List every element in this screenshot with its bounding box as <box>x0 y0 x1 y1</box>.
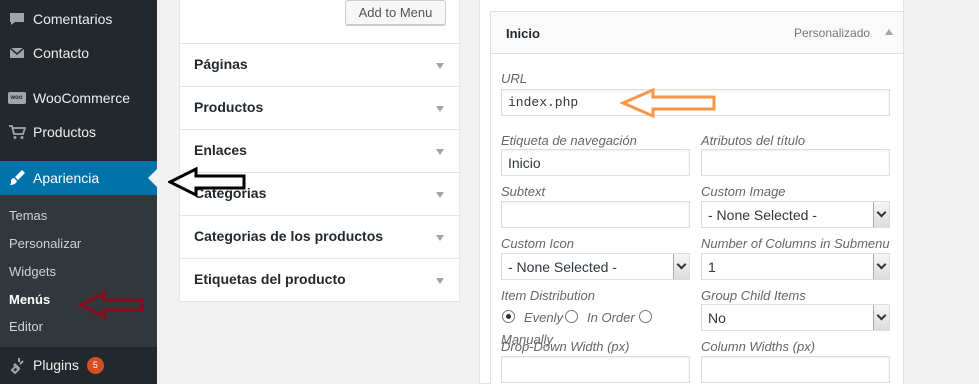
subtext-input[interactable] <box>501 201 690 228</box>
distribution-label: Item Distribution <box>501 288 595 303</box>
divider <box>180 86 459 87</box>
radio-in-order-label: In Order <box>587 310 635 325</box>
chevron-down-icon[interactable] <box>436 192 444 198</box>
custom-image-label: Custom Image <box>701 184 786 199</box>
menu-item-type: Personalizado <box>794 26 871 40</box>
menu-item-productos[interactable]: Productos <box>0 115 157 149</box>
plug-icon <box>0 356 33 374</box>
woocommerce-icon: woo <box>7 92 26 104</box>
section-enlaces[interactable]: Enlaces <box>194 142 247 158</box>
divider <box>180 43 459 44</box>
menu-item-plugins[interactable]: Plugins 5 <box>0 348 157 382</box>
chevron-down-icon[interactable] <box>873 305 889 330</box>
subtext-label: Subtext <box>501 184 546 199</box>
submenu-item-widgets[interactable]: Widgets <box>9 264 56 279</box>
divider <box>180 258 459 259</box>
custom-icon-select[interactable]: - None Selected - <box>501 253 690 280</box>
radio-manually[interactable] <box>639 310 652 323</box>
submenu-item-personalizar[interactable]: Personalizar <box>9 236 81 251</box>
chevron-down-icon[interactable] <box>873 202 889 227</box>
chevron-down-icon[interactable] <box>436 149 444 155</box>
chevron-down-icon[interactable] <box>436 106 444 112</box>
chevron-down-icon[interactable] <box>436 235 444 241</box>
columns-label: Number of Columns in Submenu <box>701 236 890 251</box>
chevron-up-icon[interactable] <box>885 29 893 35</box>
menu-label: Apariencia <box>33 170 100 186</box>
title-attr-label: Atributos del título <box>701 133 806 148</box>
divider <box>180 172 459 173</box>
chevron-down-icon[interactable] <box>436 278 444 284</box>
title-attr-input[interactable] <box>701 149 890 176</box>
divider <box>180 129 459 130</box>
dropdown-width-input[interactable] <box>501 356 690 383</box>
admin-sidebar: Comentarios Contacto woo WooCommerce Pro… <box>0 0 157 384</box>
nav-label-input[interactable]: Inicio <box>501 149 690 176</box>
menu-item-apariencia[interactable]: Apariencia <box>0 161 157 195</box>
section-productos[interactable]: Productos <box>194 99 263 115</box>
url-input[interactable]: index.php <box>501 89 890 116</box>
menu-label: Productos <box>33 124 97 140</box>
section-paginas[interactable]: Páginas <box>194 56 248 72</box>
submenu-item-editor[interactable]: Editor <box>9 319 43 334</box>
custom-icon-label: Custom Icon <box>501 236 574 251</box>
submenu-item-temas[interactable]: Temas <box>9 208 47 223</box>
appearance-submenu: Temas Personalizar Widgets Menús Editor <box>0 195 157 347</box>
url-label: URL <box>501 71 528 86</box>
section-categorias-productos[interactable]: Categorias de los productos <box>194 228 383 244</box>
chevron-down-icon[interactable] <box>873 254 889 279</box>
menu-label: Comentarios <box>33 11 113 27</box>
radio-in-order[interactable] <box>565 310 578 323</box>
custom-image-select[interactable]: - None Selected - <box>701 201 890 228</box>
section-categorias[interactable]: Categorias <box>194 185 266 201</box>
comment-icon <box>0 10 33 28</box>
column-widths-label: Column Widths (px) <box>701 339 816 354</box>
chevron-down-icon[interactable] <box>673 254 689 279</box>
update-count-badge: 5 <box>86 356 104 374</box>
chevron-down-icon[interactable] <box>436 63 444 69</box>
nav-label-label: Etiqueta de navegación <box>501 133 637 148</box>
brush-icon <box>0 169 33 187</box>
group-child-select[interactable]: No <box>701 304 890 331</box>
menu-label: Contacto <box>33 45 90 61</box>
column-widths-input[interactable] <box>701 356 890 383</box>
section-etiquetas-producto[interactable]: Etiquetas del producto <box>194 271 346 287</box>
group-child-value: No <box>708 309 726 326</box>
custom-icon-value: - None Selected - <box>508 258 617 275</box>
columns-value: 1 <box>708 258 716 275</box>
group-child-label: Group Child Items <box>701 288 806 303</box>
menu-label: WooCommerce <box>33 90 130 106</box>
mail-icon <box>0 44 33 62</box>
menu-item-woocommerce[interactable]: woo WooCommerce <box>0 81 157 115</box>
menu-item-comentarios[interactable]: Comentarios <box>0 2 157 36</box>
custom-image-value: - None Selected - <box>708 206 817 223</box>
add-to-menu-button[interactable]: Add to Menu <box>345 0 446 25</box>
menu-item-contacto[interactable]: Contacto <box>0 36 157 70</box>
dropdown-width-label: Drop-Down Width (px) <box>501 339 630 354</box>
columns-select[interactable]: 1 <box>701 253 890 280</box>
radio-evenly[interactable] <box>502 310 515 323</box>
cart-icon <box>0 123 33 141</box>
menu-label: Plugins <box>33 357 79 373</box>
divider <box>180 215 459 216</box>
menu-item-title: Inicio <box>506 26 540 41</box>
radio-evenly-label: Evenly <box>524 310 564 325</box>
submenu-item-menus[interactable]: Menús <box>9 292 50 307</box>
